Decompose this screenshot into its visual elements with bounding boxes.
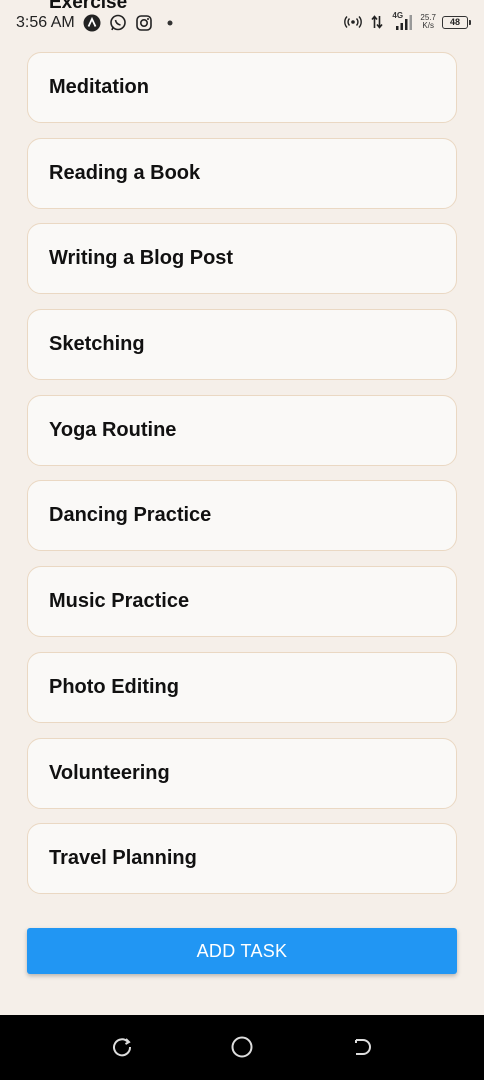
task-item[interactable]: Reading a Book [27, 137, 457, 209]
battery-level: 48 [449, 17, 460, 27]
recent-apps-icon[interactable] [110, 1035, 134, 1059]
task-label: Dancing Practice [49, 504, 212, 527]
task-label: Sketching [49, 333, 145, 356]
task-item[interactable]: Volunteering [27, 737, 457, 809]
whatsapp-icon [109, 14, 127, 32]
task-item[interactable]: Writing a Blog Post [27, 223, 457, 295]
back-icon[interactable] [350, 1035, 374, 1059]
task-label: Photo Editing [49, 675, 179, 698]
task-item[interactable]: Music Practice [27, 566, 457, 638]
home-icon[interactable] [230, 1035, 254, 1059]
status-time: 3:56 AM [16, 14, 75, 31]
battery-icon: 48 [442, 15, 471, 29]
signal-icon: 4G [392, 11, 414, 31]
add-task-button[interactable]: ADD TASK [27, 928, 457, 974]
task-label: Yoga Routine [49, 418, 177, 441]
task-label: Volunteering [49, 761, 170, 784]
task-label: Music Practice [49, 590, 190, 613]
a-app-icon [83, 14, 101, 32]
task-item[interactable]: Dancing Practice [27, 480, 457, 552]
network-speed: 25.7 K/s [420, 14, 436, 30]
task-label: Writing a Blog Post [49, 247, 234, 270]
app-screen: Exercise 3:56 AM 4G 25.7 K/s 48 Meditati… [0, 0, 484, 1080]
task-label: Reading a Book [49, 161, 201, 184]
status-right: 4G 25.7 K/s 48 [344, 11, 471, 31]
task-label: Travel Planning [49, 847, 197, 870]
task-list: Meditation Reading a Book Writing a Blog… [27, 52, 457, 909]
instagram-icon [135, 14, 153, 32]
status-bar: 3:56 AM 4G 25.7 K/s 48 [0, 0, 484, 44]
dot-icon [161, 14, 179, 32]
status-left: 3:56 AM [16, 14, 179, 32]
task-label: Meditation [49, 76, 149, 98]
task-item[interactable]: Photo Editing [27, 651, 457, 723]
task-item[interactable]: Travel Planning [27, 823, 457, 895]
task-item[interactable]: Meditation [27, 52, 457, 123]
data-arrows-icon [368, 13, 386, 31]
task-item[interactable]: Yoga Routine [27, 394, 457, 466]
hotspot-icon [344, 13, 363, 31]
task-item[interactable]: Sketching [27, 309, 457, 381]
navigation-bar [0, 1015, 484, 1080]
speed-unit: K/s [422, 21, 434, 30]
